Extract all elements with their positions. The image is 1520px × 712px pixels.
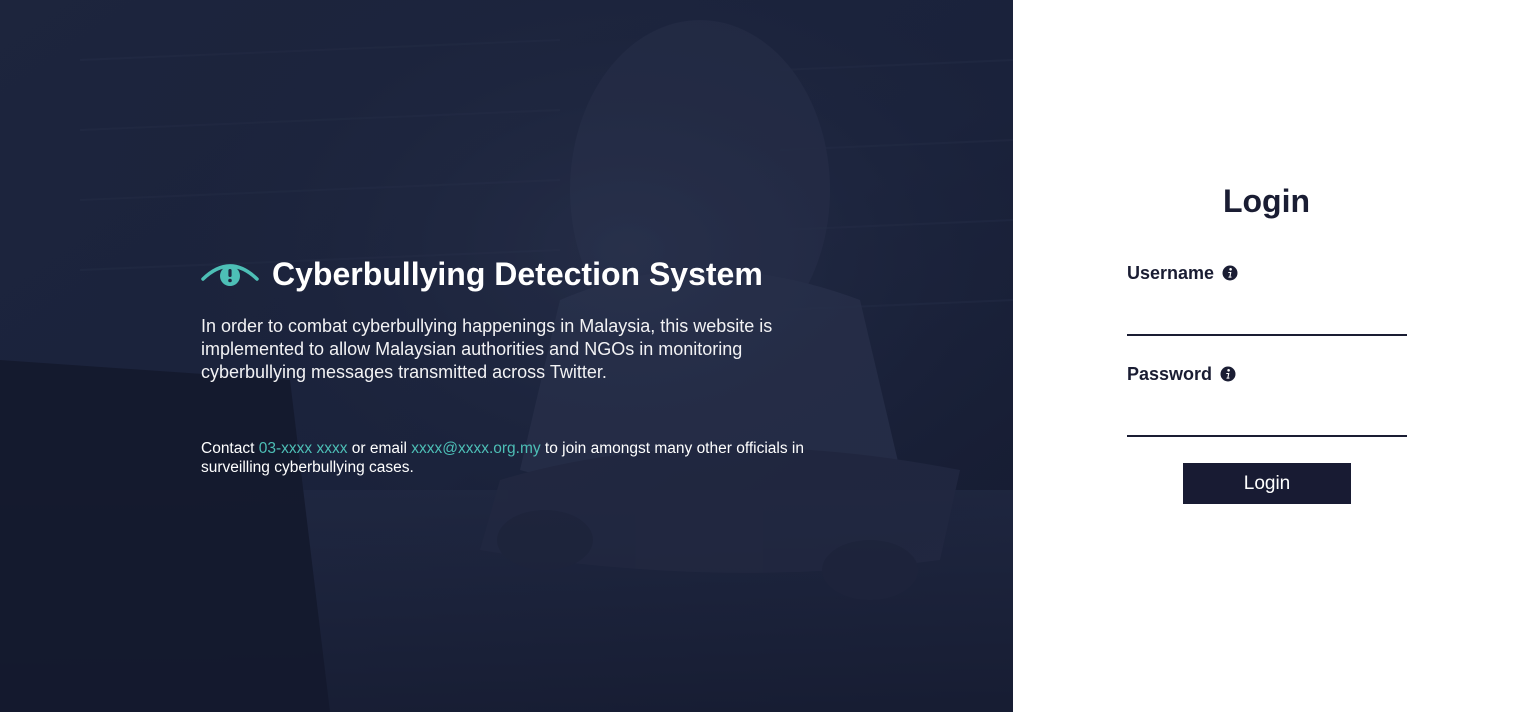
password-field-group: Password — [1127, 363, 1407, 437]
contact-prefix: Contact — [201, 440, 259, 457]
info-icon[interactable] — [1220, 366, 1236, 382]
login-button[interactable]: Login — [1183, 463, 1351, 504]
username-label: Username — [1127, 262, 1215, 283]
password-label: Password — [1127, 363, 1213, 384]
contact-middle: or email — [347, 440, 412, 457]
brand-row: Cyberbullying Detection System — [201, 254, 821, 294]
phone-link[interactable]: 03-xxxx xxxx — [259, 440, 348, 457]
username-field-group: Username — [1127, 262, 1407, 336]
site-title: Cyberbullying Detection System — [272, 255, 763, 292]
password-input[interactable] — [1127, 404, 1407, 437]
username-label-row: Username — [1127, 262, 1407, 284]
contact-text: Contact 03-xxxx xxxx or email xxxx@xxxx.… — [201, 439, 811, 477]
login-title: Login — [1222, 183, 1311, 219]
email-link[interactable]: xxxx@xxxx.org.my — [411, 440, 540, 457]
hero-content: Cyberbullying Detection System In order … — [201, 254, 821, 477]
site-description: In order to combat cyberbullying happeni… — [201, 316, 773, 382]
login-panel: Login Username Password Login — [1013, 0, 1520, 712]
hero-panel: Cyberbullying Detection System In order … — [0, 0, 1013, 712]
info-icon[interactable] — [1222, 265, 1238, 281]
username-input[interactable] — [1127, 303, 1407, 336]
password-label-row: Password — [1127, 363, 1407, 385]
eye-icon — [201, 264, 259, 286]
